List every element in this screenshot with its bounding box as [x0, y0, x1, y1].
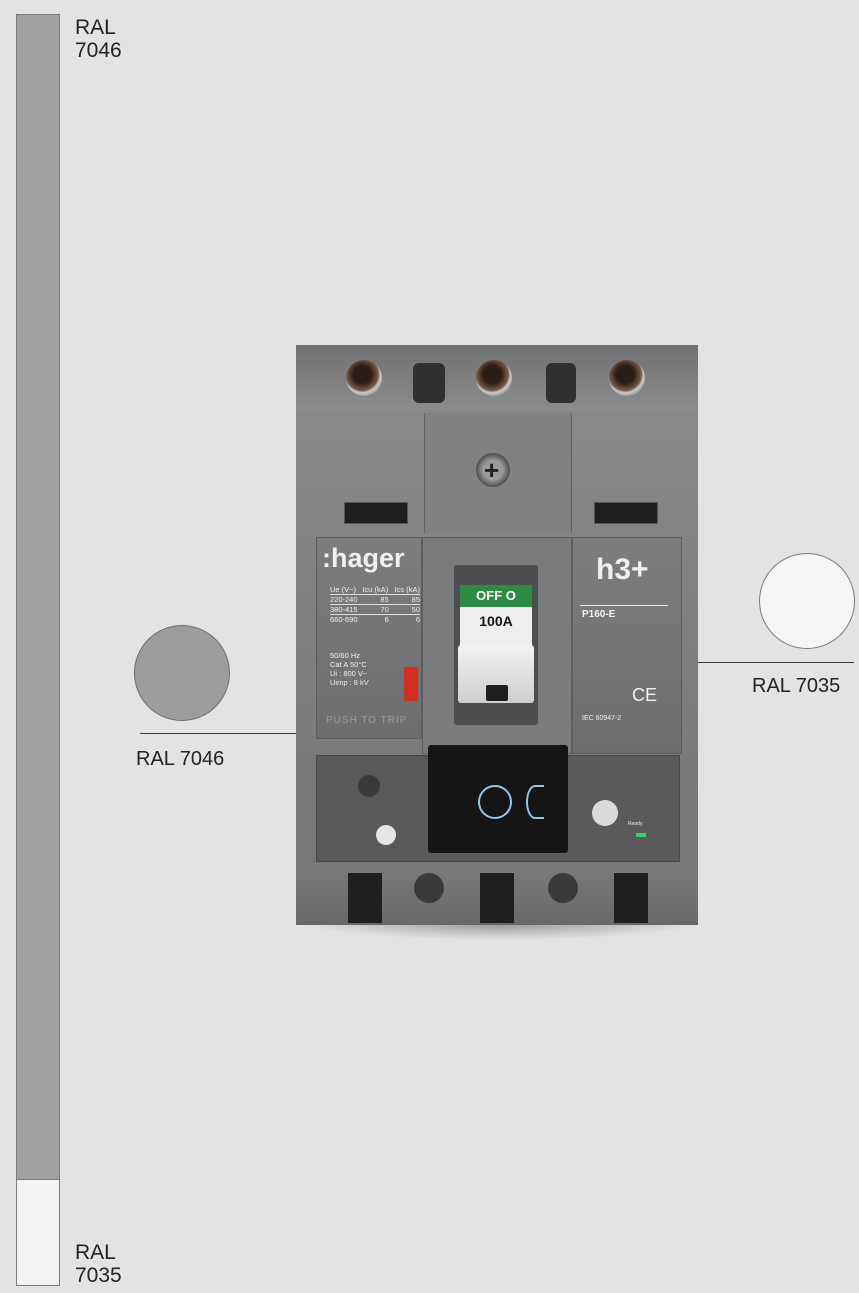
terminal-hole-1: [346, 360, 382, 396]
circuit-breaker-image: + :hager Ue (V~) Icu (kA) Ics (kA) 220-2…: [296, 345, 698, 925]
table-cell: 70: [380, 605, 389, 614]
standard-label: IEC 60947-2: [582, 715, 622, 722]
header-ue: Ue (V~): [330, 585, 357, 594]
table-cell: 380-415: [330, 605, 358, 614]
spec-line: Uimp : 8 kV: [330, 678, 369, 687]
test-button[interactable]: [376, 825, 396, 845]
spec-line: Cat A 50°C: [330, 660, 367, 669]
table-row: 660-690 6 6: [330, 615, 420, 624]
dial-icon-partial: [526, 785, 544, 819]
adjust-knob[interactable]: [358, 775, 380, 797]
rating-indicator: 100A: [460, 607, 532, 647]
table-row: 380-415 70 50: [330, 605, 420, 615]
table-row: 220-240 85 85: [330, 595, 420, 605]
table-cell: 6: [384, 615, 389, 624]
dial-icon: [478, 785, 512, 819]
bar-bottom-label-line1: RAL: [75, 1241, 116, 1264]
bar-top-label: RAL 7046: [75, 16, 122, 62]
table-cell: 220-240: [330, 595, 358, 604]
header-icu: Icu (kA): [362, 585, 389, 594]
bar-bottom-label-line2: 7035: [75, 1264, 122, 1287]
model-label: P160-E: [582, 609, 616, 620]
ready-led: [636, 833, 646, 837]
table-cell: 6: [415, 615, 420, 624]
terminal-hole-3: [609, 360, 645, 396]
ready-label: Ready: [628, 821, 643, 827]
table-cell: 85: [411, 595, 420, 604]
screw-cross-icon: +: [484, 455, 500, 485]
setting-dial[interactable]: [592, 800, 618, 826]
ral-7035-bar: [16, 1180, 60, 1286]
spec-lines: 50/60 Hz Cat A 50°C Ui : 800 V~ Uimp : 8…: [330, 651, 369, 687]
series-logo-text: h3+: [596, 553, 649, 586]
series-logo: h3+: [596, 553, 649, 587]
indicator-window-right: [594, 502, 658, 524]
screw-slot-2: [546, 363, 576, 403]
bar-top-label-line1: RAL: [75, 16, 116, 39]
bar-top-label-line2: 7046: [75, 39, 122, 62]
table-cell: 660-690: [330, 615, 358, 624]
handle-grip: [486, 685, 508, 701]
bar-bottom-label: RAL 7035: [75, 1241, 122, 1287]
swatch-ral-7035: [759, 553, 855, 649]
bottom-terminal-2: [480, 873, 514, 923]
panel-divider: [580, 605, 668, 606]
bottom-terminal-1: [348, 873, 382, 923]
push-to-trip-label: PUSH TO TRIP: [326, 715, 408, 726]
table-cell: 50: [411, 605, 420, 614]
spec-line: 50/60 Hz: [330, 651, 361, 660]
table-cell: 85: [380, 595, 389, 604]
swatch-left-label: RAL 7046: [136, 748, 225, 770]
off-indicator: OFF O: [460, 585, 532, 607]
spec-line: Ui : 800 V~: [330, 669, 368, 678]
ce-mark: CE: [632, 685, 658, 705]
bottom-screw-1: [414, 873, 444, 903]
screw-slot-1: [413, 363, 445, 403]
swatch-ral-7046: [134, 625, 230, 721]
header-ics: Ics (kA): [394, 585, 420, 594]
rating-table-header: Ue (V~) Icu (kA) Ics (kA): [330, 585, 420, 595]
terminal-hole-2: [476, 360, 512, 396]
bottom-screw-2: [548, 873, 578, 903]
bottom-terminal-3: [614, 873, 648, 923]
rating-table: Ue (V~) Icu (kA) Ics (kA) 220-240 85 85 …: [330, 585, 420, 624]
ral-7046-bar: [16, 14, 60, 1180]
swatch-right-label: RAL 7035: [752, 675, 841, 697]
push-to-trip-button[interactable]: [404, 667, 418, 701]
brand-logo: :hager: [322, 543, 405, 573]
indicator-window-left: [344, 502, 408, 524]
